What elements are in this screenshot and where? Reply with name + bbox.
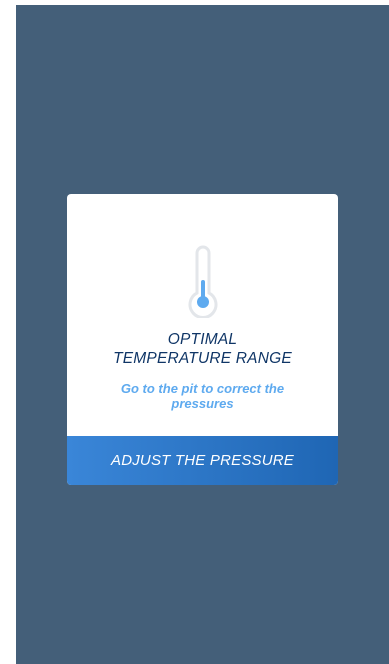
alert-message: Go to the pit to correct the pressures bbox=[120, 381, 285, 411]
alert-title-line2: TEMPERATURE RANGE bbox=[113, 350, 292, 367]
adjust-pressure-button[interactable]: ADJUST THE PRESSURE bbox=[67, 436, 338, 485]
alert-title-line1: OPTIMAL bbox=[167, 331, 238, 348]
alert-title: OPTIMAL TEMPERATURE RANGE bbox=[67, 330, 338, 368]
app-background: OPTIMAL TEMPERATURE RANGE Go to the pit … bbox=[16, 5, 389, 664]
thermometer-icon bbox=[188, 245, 218, 318]
temperature-alert-dialog: OPTIMAL TEMPERATURE RANGE Go to the pit … bbox=[67, 194, 338, 485]
